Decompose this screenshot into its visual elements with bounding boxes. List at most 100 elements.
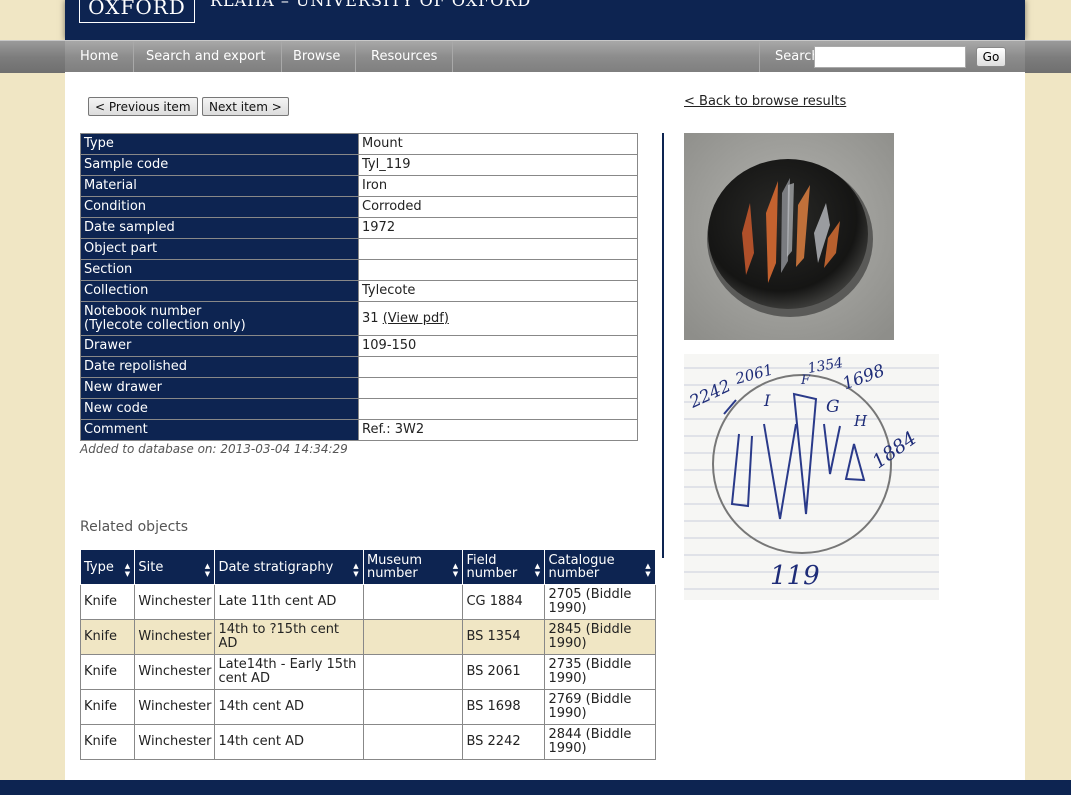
added-date: Added to database on: 2013-03-04 14:34:2… (80, 442, 348, 456)
property-key-label: Date repolished (84, 359, 187, 374)
property-key: Material (80, 175, 359, 197)
table-row[interactable]: Knife Winchester 14th to ?15th cent AD BS 1… (79, 619, 656, 655)
table-cell: Late14th - Early 15th cent AD (214, 654, 364, 690)
table-cell: 14th cent AD (214, 724, 364, 760)
notebook-sketch[interactable]: 2242 2061 1354 1698 1884 119 I F G H (684, 354, 939, 600)
column-header[interactable]: Date stratigraphy ▲▼ (214, 549, 364, 585)
property-value-text: 1972 (362, 220, 396, 235)
go-button[interactable]: Go (976, 47, 1006, 67)
property-key: New drawer (80, 377, 359, 399)
notebook-sketch-graphic: 2242 2061 1354 1698 1884 119 I F G H (684, 354, 939, 600)
column-header-label: Museum number (366, 553, 423, 581)
property-value (358, 238, 638, 260)
property-row: Collection Tylecote (80, 280, 638, 302)
property-row: Date sampled 1972 (80, 217, 638, 239)
property-value: Iron (358, 175, 638, 197)
property-value: 1972 (358, 217, 638, 239)
sample-photo[interactable] (684, 133, 894, 340)
table-cell: 2705 (Biddle 1990) (544, 584, 656, 620)
property-row: Notebook number (Tylecote collection only… (80, 301, 638, 336)
column-header[interactable]: Type ▲▼ (79, 549, 136, 585)
property-key-label: New code (84, 401, 148, 416)
column-header[interactable]: Site ▲▼ (134, 549, 216, 585)
previous-item-button[interactable]: < Previous item (88, 97, 198, 116)
table-cell: 2735 (Biddle 1990) (544, 654, 656, 690)
property-key-label: Date sampled (84, 220, 175, 235)
property-row: Drawer 109-150 (80, 335, 638, 357)
property-key: Section (80, 259, 359, 281)
property-key: Date repolished (80, 356, 359, 378)
property-key: Sample code (80, 154, 359, 176)
sort-icon[interactable]: ▲▼ (533, 562, 541, 578)
property-key: Type (80, 133, 359, 155)
table-row[interactable]: Knife Winchester 14th cent AD BS 2242 2844 (… (79, 724, 656, 760)
property-row: Comment Ref.: 3W2 (80, 419, 638, 441)
property-value (358, 259, 638, 281)
sort-icon[interactable]: ▲▼ (451, 562, 459, 578)
column-header[interactable]: Catalogue number ▲▼ (544, 549, 656, 585)
table-cell (362, 724, 464, 760)
property-value-text: Tylecote (362, 283, 416, 298)
table-cell: Winchester (134, 584, 216, 620)
property-value: Tylecote (358, 280, 638, 302)
nav-item-browse[interactable]: Browse (278, 41, 357, 73)
property-key-label: New drawer (84, 380, 163, 395)
table-row[interactable]: Knife Winchester 14th cent AD BS 1698 2769 (… (79, 689, 656, 725)
nav-inner: Home Search and export Browse Resources … (65, 41, 1025, 73)
property-key-label: Type (84, 136, 114, 151)
column-header[interactable]: Field number ▲▼ (462, 549, 546, 585)
search-input[interactable] (814, 46, 966, 68)
table-cell: BS 1698 (462, 689, 546, 725)
table-row[interactable]: Knife Winchester Late 11th cent AD CG 1884 2… (79, 584, 656, 620)
table-cell (362, 689, 464, 725)
properties-table: Type Mount Sample code Tyl_119 Material Iron C… (80, 133, 638, 441)
sketch-label-f: F (800, 373, 811, 388)
nav-item-home[interactable]: Home (65, 41, 135, 73)
view-pdf-link[interactable]: (View pdf) (383, 311, 449, 326)
main-content: < Previous item Next item > < Back to br… (65, 72, 1025, 780)
table-cell: BS 2061 (462, 654, 546, 690)
property-key: New code (80, 398, 359, 420)
property-key: Object part (80, 238, 359, 260)
property-value-text: Tyl_119 (362, 157, 411, 172)
property-value-text: Corroded (362, 199, 422, 214)
property-key: Condition (80, 196, 359, 218)
property-key-label: Condition (84, 199, 147, 214)
property-key-label: Notebook number (84, 303, 202, 319)
table-cell: Winchester (134, 724, 216, 760)
property-row: Condition Corroded (80, 196, 638, 218)
table-cell (362, 654, 464, 690)
property-key-sublabel: (Tylecote collection only) (84, 317, 246, 333)
table-row[interactable]: Knife Winchester Late14th - Early 15th cen… (79, 654, 656, 690)
sketch-label-i: I (763, 391, 771, 410)
sort-icon[interactable]: ▲▼ (644, 562, 652, 578)
property-key-label: Sample code (84, 157, 169, 172)
sort-icon[interactable]: ▲▼ (123, 562, 131, 578)
property-row: Date repolished (80, 356, 638, 378)
table-cell: Winchester (134, 654, 216, 690)
table-cell: Winchester (134, 619, 216, 655)
sort-icon[interactable]: ▲▼ (203, 562, 211, 578)
column-header-label: Site (138, 559, 164, 575)
next-item-button[interactable]: Next item > (202, 97, 289, 116)
nav-item-search-export[interactable]: Search and export (131, 41, 282, 73)
table-cell: 2845 (Biddle 1990) (544, 619, 656, 655)
property-key-label: Comment (84, 422, 148, 437)
column-header-label: Date stratigraphy (218, 559, 334, 575)
sample-photo-graphic (684, 133, 894, 340)
related-objects-title: Related objects (80, 519, 189, 535)
back-to-browse-link[interactable]: < Back to browse results (684, 94, 846, 109)
sort-icon[interactable]: ▲▼ (352, 562, 360, 578)
nav-item-resources[interactable]: Resources (356, 41, 454, 73)
sketch-label-g: G (826, 397, 840, 417)
sketch-label-h: H (853, 412, 868, 430)
property-value: Mount (358, 133, 638, 155)
column-header[interactable]: Museum number ▲▼ (362, 549, 464, 585)
property-value: Ref.: 3W2 (358, 419, 638, 441)
property-key-label: Collection (84, 283, 149, 298)
table-cell: BS 1354 (462, 619, 546, 655)
oxford-logo[interactable]: OXFORD (79, 0, 195, 23)
table-cell (362, 619, 464, 655)
site-header: OXFORD RLAHA – UNIVERSITY OF OXFORD (65, 0, 1025, 40)
table-cell: Knife (79, 584, 136, 620)
